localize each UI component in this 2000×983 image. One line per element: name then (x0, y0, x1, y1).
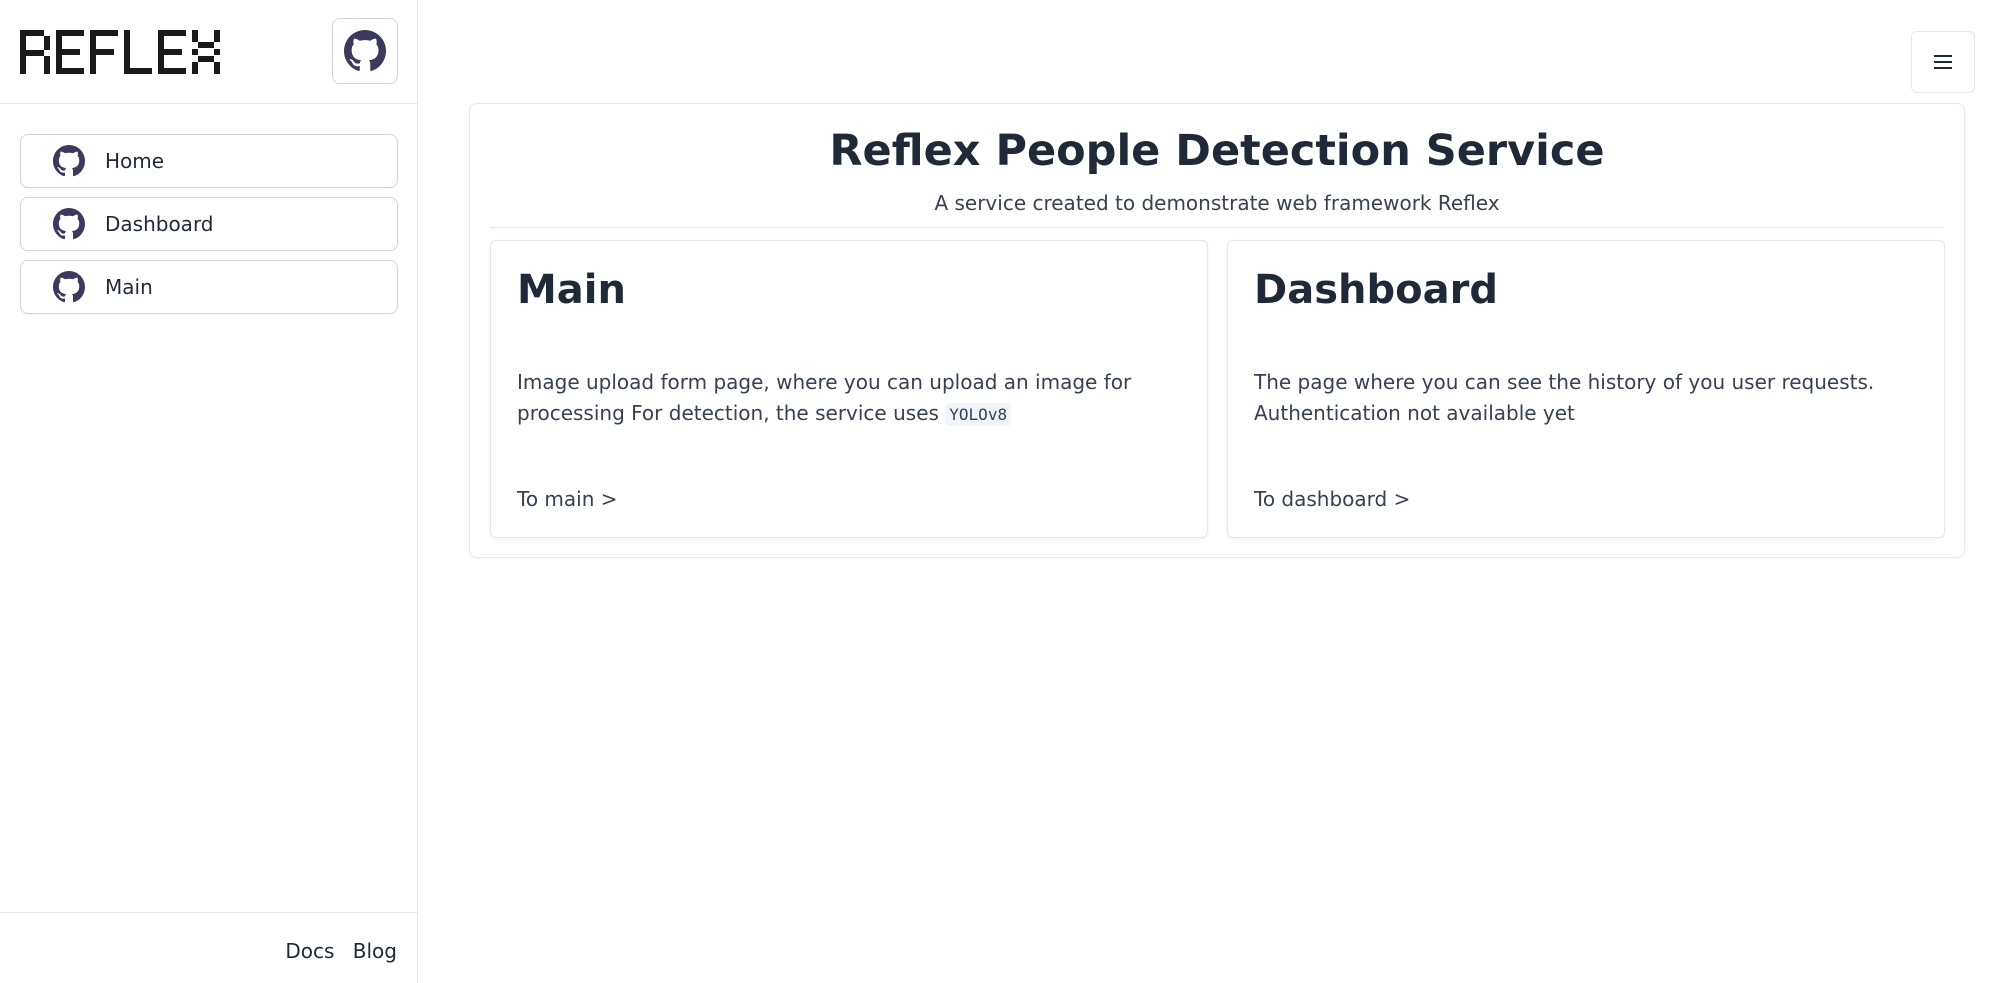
sidebar-item-home[interactable]: Home (20, 134, 398, 188)
main-card: Reflex People Detection Service A servic… (469, 103, 1965, 558)
reflex-logo[interactable] (20, 30, 220, 74)
sidebar-item-label: Main (105, 275, 153, 299)
sidebar-item-main[interactable]: Main (20, 260, 398, 314)
github-icon (53, 271, 85, 303)
github-icon (53, 208, 85, 240)
footer-links: Docs Blog (273, 939, 397, 963)
divider (490, 227, 1944, 228)
sidebar-nav: Home Dashboard Main (20, 134, 398, 323)
docs-link[interactable]: Docs (285, 939, 334, 963)
hamburger-menu-icon (1934, 55, 1952, 69)
sidebar-footer: Docs Blog (0, 912, 417, 983)
page-title: Reflex People Detection Service (829, 126, 1605, 176)
github-button[interactable] (332, 18, 398, 84)
menu-button[interactable] (1911, 31, 1975, 93)
to-dashboard-link[interactable]: To dashboard > (1254, 487, 1410, 511)
feature-description: The page where you can see the history o… (1254, 370, 1875, 425)
to-main-link[interactable]: To main > (517, 487, 618, 511)
page-subtitle: A service created to demonstrate web fra… (934, 191, 1500, 215)
dashboard-feature-card: Dashboard The page where you can see the… (1227, 240, 1945, 538)
github-icon (344, 30, 386, 71)
sidebar-item-label: Dashboard (105, 212, 214, 236)
main-feature-card: Main Image upload form page, where you c… (490, 240, 1208, 538)
model-code-tag: YOLOv8 (945, 403, 1012, 426)
sidebar-item-dashboard[interactable]: Dashboard (20, 197, 398, 251)
sidebar-header (0, 0, 417, 104)
github-icon (53, 145, 85, 177)
feature-description-text: Image upload form page, where you can up… (517, 370, 1132, 425)
feature-description: Image upload form page, where you can up… (517, 367, 1177, 430)
feature-title: Main (517, 267, 626, 313)
blog-link[interactable]: Blog (353, 939, 397, 963)
sidebar: Home Dashboard Main Docs Blog (0, 0, 418, 983)
feature-title: Dashboard (1254, 267, 1498, 313)
sidebar-item-label: Home (105, 149, 165, 173)
